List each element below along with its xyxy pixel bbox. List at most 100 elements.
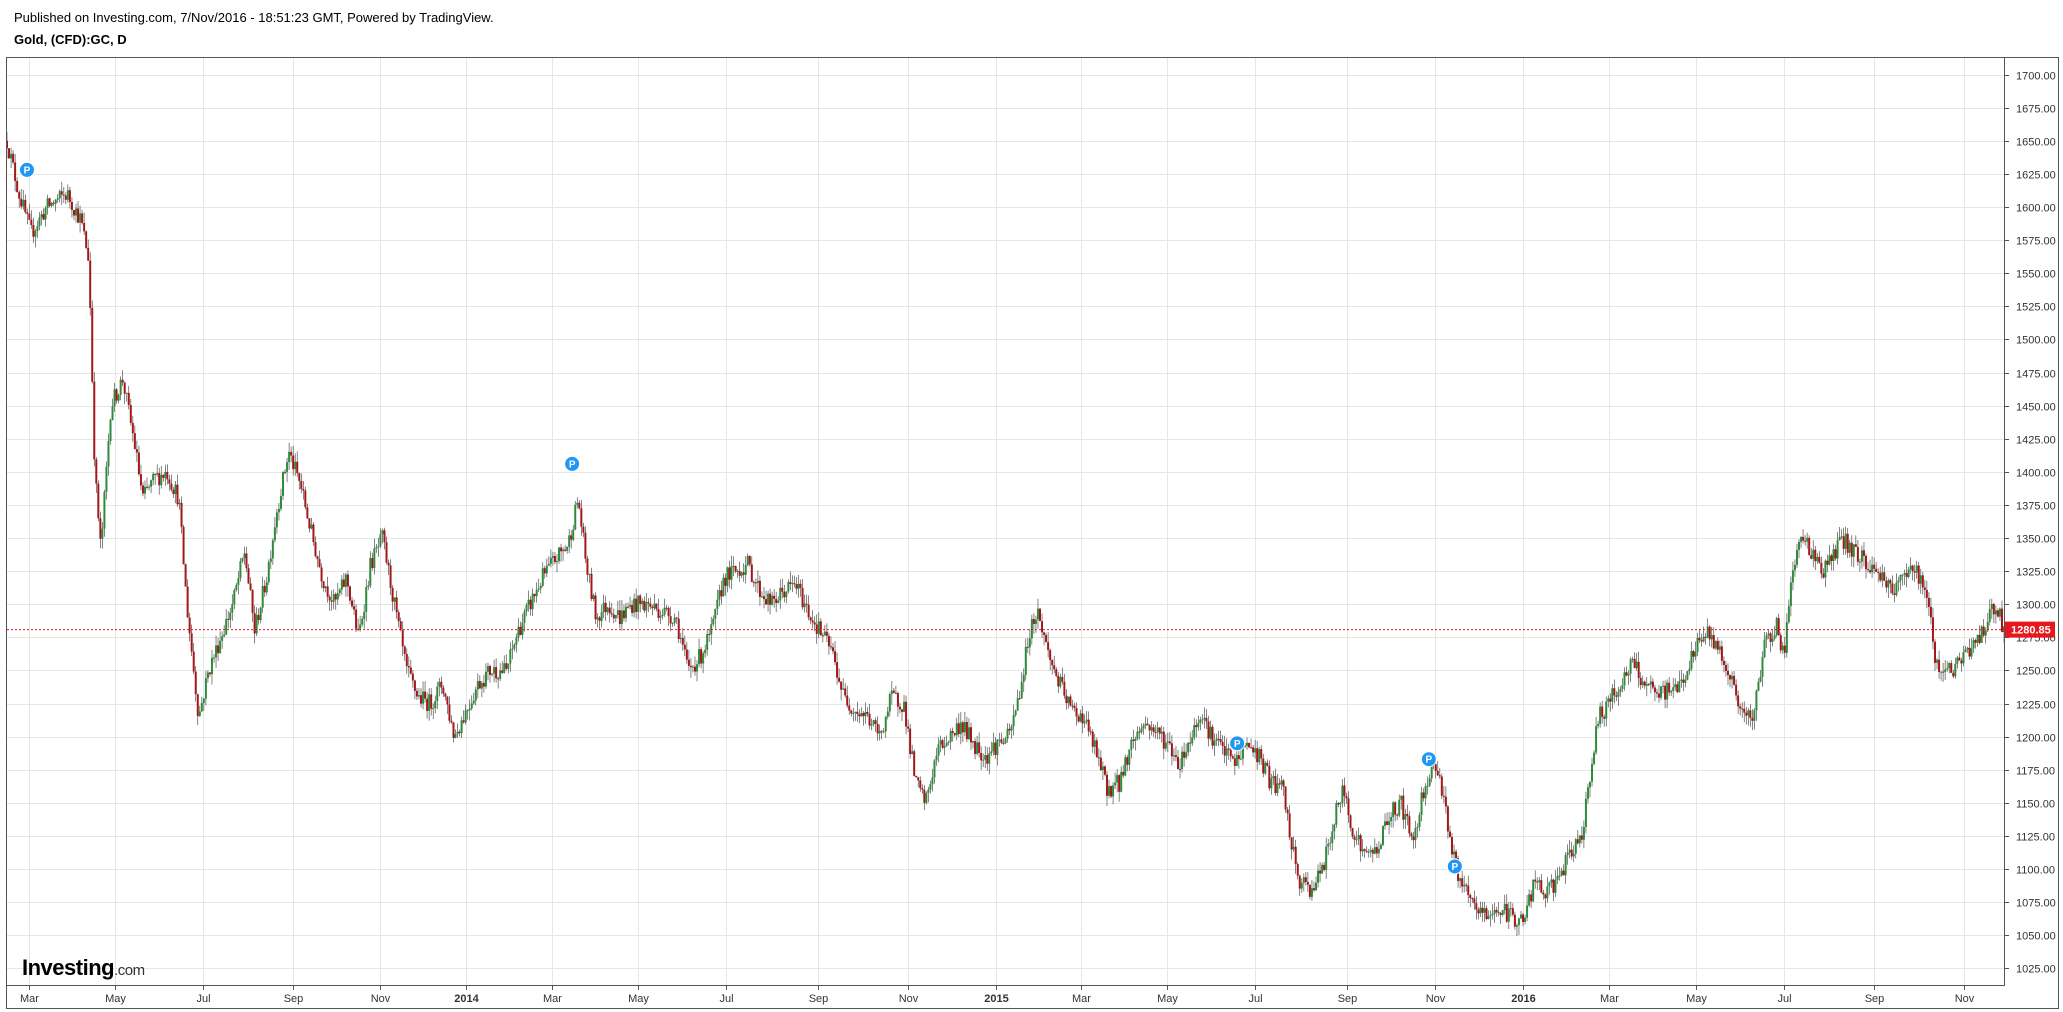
candle-body: [227, 618, 230, 620]
candle-body: [355, 609, 358, 629]
candle-body: [480, 683, 483, 689]
candle-body: [294, 461, 297, 470]
candle-body: [351, 600, 354, 607]
candle-body: [1408, 816, 1411, 834]
candle-body: [1174, 755, 1177, 757]
y-tick-label: 1450.00: [2016, 402, 2056, 414]
candle-body: [306, 507, 309, 519]
candle-body: [1093, 740, 1096, 747]
candle-body: [221, 636, 224, 641]
candle-body: [458, 731, 461, 734]
candle-body: [1254, 748, 1257, 753]
candle-body: [598, 617, 601, 621]
candle-body: [994, 742, 997, 755]
candle-body: [898, 706, 901, 710]
candle-body: [1777, 618, 1780, 636]
candle-body: [892, 690, 895, 693]
candle-body: [1280, 780, 1283, 785]
candle-body: [513, 644, 516, 649]
candle-body: [937, 744, 940, 756]
candle-body: [1974, 640, 1977, 643]
candle-body: [1010, 726, 1013, 731]
candle-body: [148, 486, 151, 488]
candle-body: [28, 213, 31, 220]
candle-body: [576, 502, 579, 505]
candlestick-chart[interactable]: 1700.00 1675.00 1650.00 1625.00 1600.00 1575.…: [0, 0, 2063, 1012]
candle-body: [541, 568, 544, 586]
candle-body: [618, 610, 621, 625]
candle-body: [1026, 646, 1029, 648]
candle-body: [1406, 813, 1409, 817]
candle-body: [312, 524, 315, 543]
candle-body: [953, 733, 956, 736]
candle-body: [1929, 606, 1932, 618]
candle-body: [1047, 642, 1050, 651]
candle-body: [1105, 774, 1108, 796]
candle-body: [1179, 769, 1182, 771]
candle-body: [1909, 565, 1912, 570]
candle-body: [1067, 696, 1070, 704]
candle-body: [1655, 692, 1658, 694]
candle-body: [1426, 785, 1429, 787]
candle-body: [56, 198, 59, 200]
candle-body: [472, 700, 475, 704]
candle-body: [1933, 641, 1936, 663]
candle-body: [1028, 638, 1031, 648]
candle-body: [1290, 837, 1293, 850]
candle-body: [361, 618, 364, 625]
candle-body: [129, 405, 132, 423]
candle-body: [123, 382, 126, 394]
candle-body: [1189, 742, 1192, 744]
candle-body: [1810, 555, 1813, 559]
candle-body: [1177, 756, 1180, 770]
candle-body: [1061, 676, 1064, 682]
candle-body: [174, 484, 177, 495]
candle-body: [608, 607, 611, 614]
candle-body: [1708, 626, 1711, 640]
candle-body: [1404, 813, 1407, 820]
candle-body: [842, 688, 845, 690]
candle-body: [874, 720, 877, 724]
candle-body: [1091, 731, 1094, 747]
candle-body: [1108, 786, 1111, 796]
candle-body: [693, 666, 696, 672]
candle-body: [373, 548, 376, 568]
candle-body: [107, 441, 110, 467]
candle-body: [1584, 798, 1587, 827]
candle-body: [1532, 879, 1535, 902]
candle-body: [75, 208, 78, 216]
candle-body: [1570, 849, 1573, 857]
y-tick-label: 1125.00: [2016, 832, 2055, 844]
candle-body: [1798, 541, 1801, 550]
candle-body: [162, 474, 165, 478]
candle-body: [1162, 731, 1165, 749]
candle-body: [409, 667, 412, 674]
candle-body: [1377, 848, 1380, 854]
candle-body: [1442, 795, 1445, 797]
candle-body: [1919, 575, 1922, 584]
candle-body: [1692, 651, 1695, 657]
candle-body: [913, 751, 916, 776]
x-axis: Mar May Jul Sep Nov 2014 Mar May Jul Sep Nov 2015 Ma…: [20, 985, 1975, 1005]
y-tick-label: 1025.00: [2016, 964, 2056, 976]
candle-body: [1822, 573, 1825, 578]
candle-body: [1830, 555, 1833, 561]
candle-body: [521, 622, 524, 635]
candle-body: [237, 578, 240, 585]
candle-body: [298, 473, 301, 481]
candle-body: [1270, 778, 1273, 789]
candle-body: [1611, 688, 1614, 702]
candle-body: [771, 595, 774, 605]
candle-body: [1128, 749, 1131, 765]
candle-body: [1753, 710, 1756, 721]
candle-body: [115, 389, 118, 401]
candle-body: [1917, 565, 1920, 584]
candle-body: [109, 419, 112, 442]
candle-body: [296, 461, 299, 474]
candle-body: [239, 561, 242, 579]
candle-body: [1000, 739, 1003, 743]
candle-body: [1615, 695, 1618, 697]
candle-body: [651, 606, 654, 609]
candle-body: [36, 226, 39, 231]
candle-body: [1002, 742, 1005, 744]
